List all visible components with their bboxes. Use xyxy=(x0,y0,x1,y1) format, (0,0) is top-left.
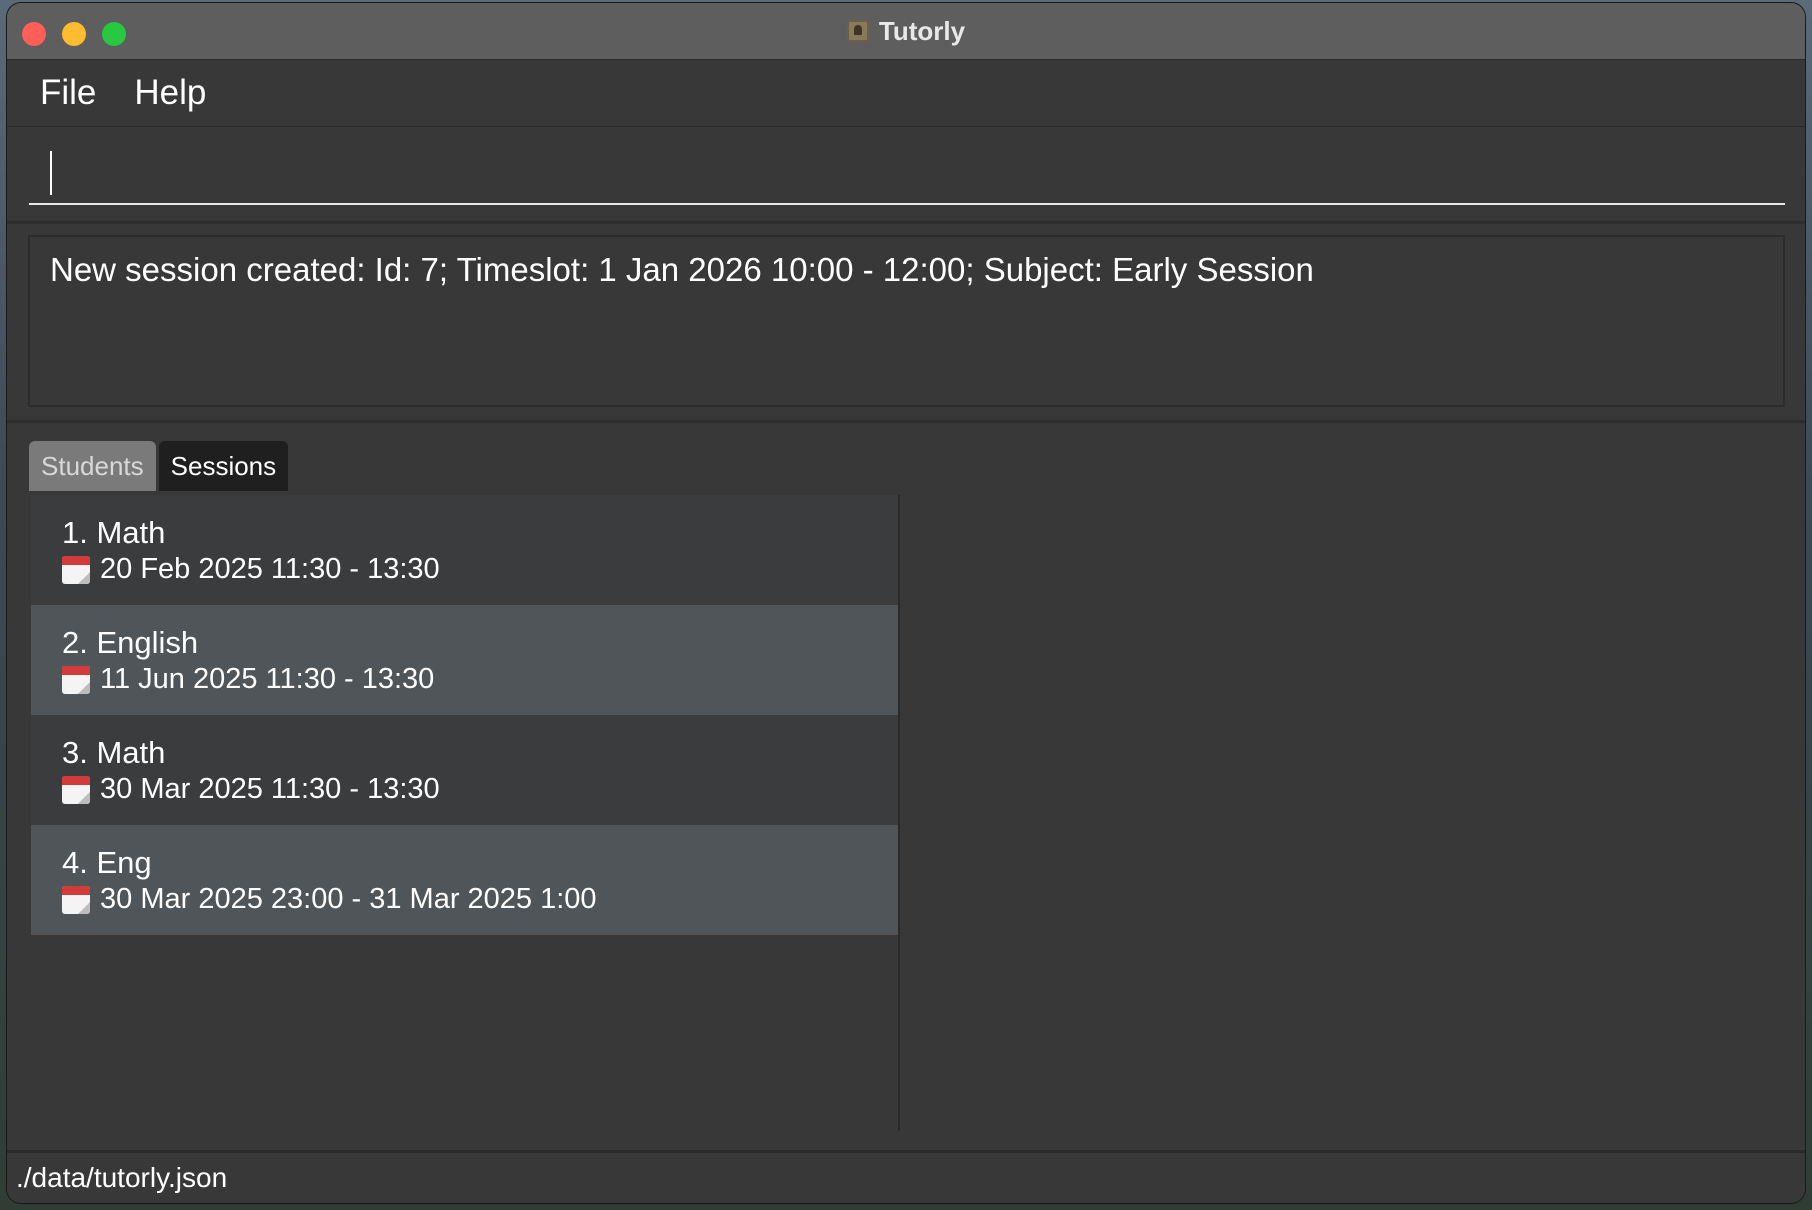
list-item[interactable]: 3. Math 30 Mar 2025 11:30 - 13:30 xyxy=(31,715,898,825)
list-item[interactable]: 2. English 11 Jun 2025 11:30 - 13:30 xyxy=(31,605,898,715)
calendar-icon xyxy=(62,665,90,694)
command-box xyxy=(7,127,1805,224)
status-bar: ./data/tutorly.json xyxy=(7,1150,1805,1203)
app-icon xyxy=(846,20,869,42)
menu-bar: File Help xyxy=(7,60,1805,127)
result-display-area: New session created: Id: 7; Timeslot: 1 … xyxy=(7,224,1805,423)
tab-students[interactable]: Students xyxy=(29,441,156,491)
text-caret xyxy=(50,151,52,195)
calendar-icon xyxy=(62,885,90,914)
session-time: 11 Jun 2025 11:30 - 13:30 xyxy=(100,663,435,695)
session-time: 30 Mar 2025 23:00 - 31 Mar 2025 1:00 xyxy=(100,883,597,915)
calendar-icon xyxy=(62,555,90,584)
session-list[interactable]: 1. Math 20 Feb 2025 11:30 - 13:30 2. Eng… xyxy=(31,495,900,1131)
session-time: 30 Mar 2025 11:30 - 13:30 xyxy=(100,773,440,805)
session-time-row: 11 Jun 2025 11:30 - 13:30 xyxy=(62,663,898,696)
list-item[interactable]: 4. Eng 30 Mar 2025 23:00 - 31 Mar 2025 1… xyxy=(31,825,898,935)
list-item[interactable]: 1. Math 20 Feb 2025 11:30 - 13:30 xyxy=(31,495,898,605)
session-title: 4. Eng xyxy=(62,845,152,880)
app-window: Tutorly File Help New session created: I… xyxy=(7,3,1805,1203)
window-title: Tutorly xyxy=(878,15,966,46)
command-input[interactable] xyxy=(29,149,1785,205)
session-time-row: 30 Mar 2025 23:00 - 31 Mar 2025 1:00 xyxy=(62,883,898,916)
title-bar: Tutorly xyxy=(7,3,1805,60)
session-time-row: 20 Feb 2025 11:30 - 13:30 xyxy=(62,553,898,586)
tab-sessions[interactable]: Sessions xyxy=(158,441,289,491)
data-file-path: ./data/tutorly.json xyxy=(16,1162,228,1193)
tab-bar: Students Sessions xyxy=(29,441,289,491)
menu-help[interactable]: Help xyxy=(134,73,206,113)
window-title-group: Tutorly xyxy=(7,3,1805,59)
session-title: 1. Math xyxy=(62,515,166,550)
session-title: 2. English xyxy=(62,625,199,660)
session-title: 3. Math xyxy=(62,735,166,770)
session-time-row: 30 Mar 2025 11:30 - 13:30 xyxy=(62,773,898,806)
calendar-icon xyxy=(62,775,90,804)
result-message: New session created: Id: 7; Timeslot: 1 … xyxy=(28,235,1785,407)
session-time: 20 Feb 2025 11:30 - 13:30 xyxy=(100,553,440,585)
menu-file[interactable]: File xyxy=(40,73,96,113)
